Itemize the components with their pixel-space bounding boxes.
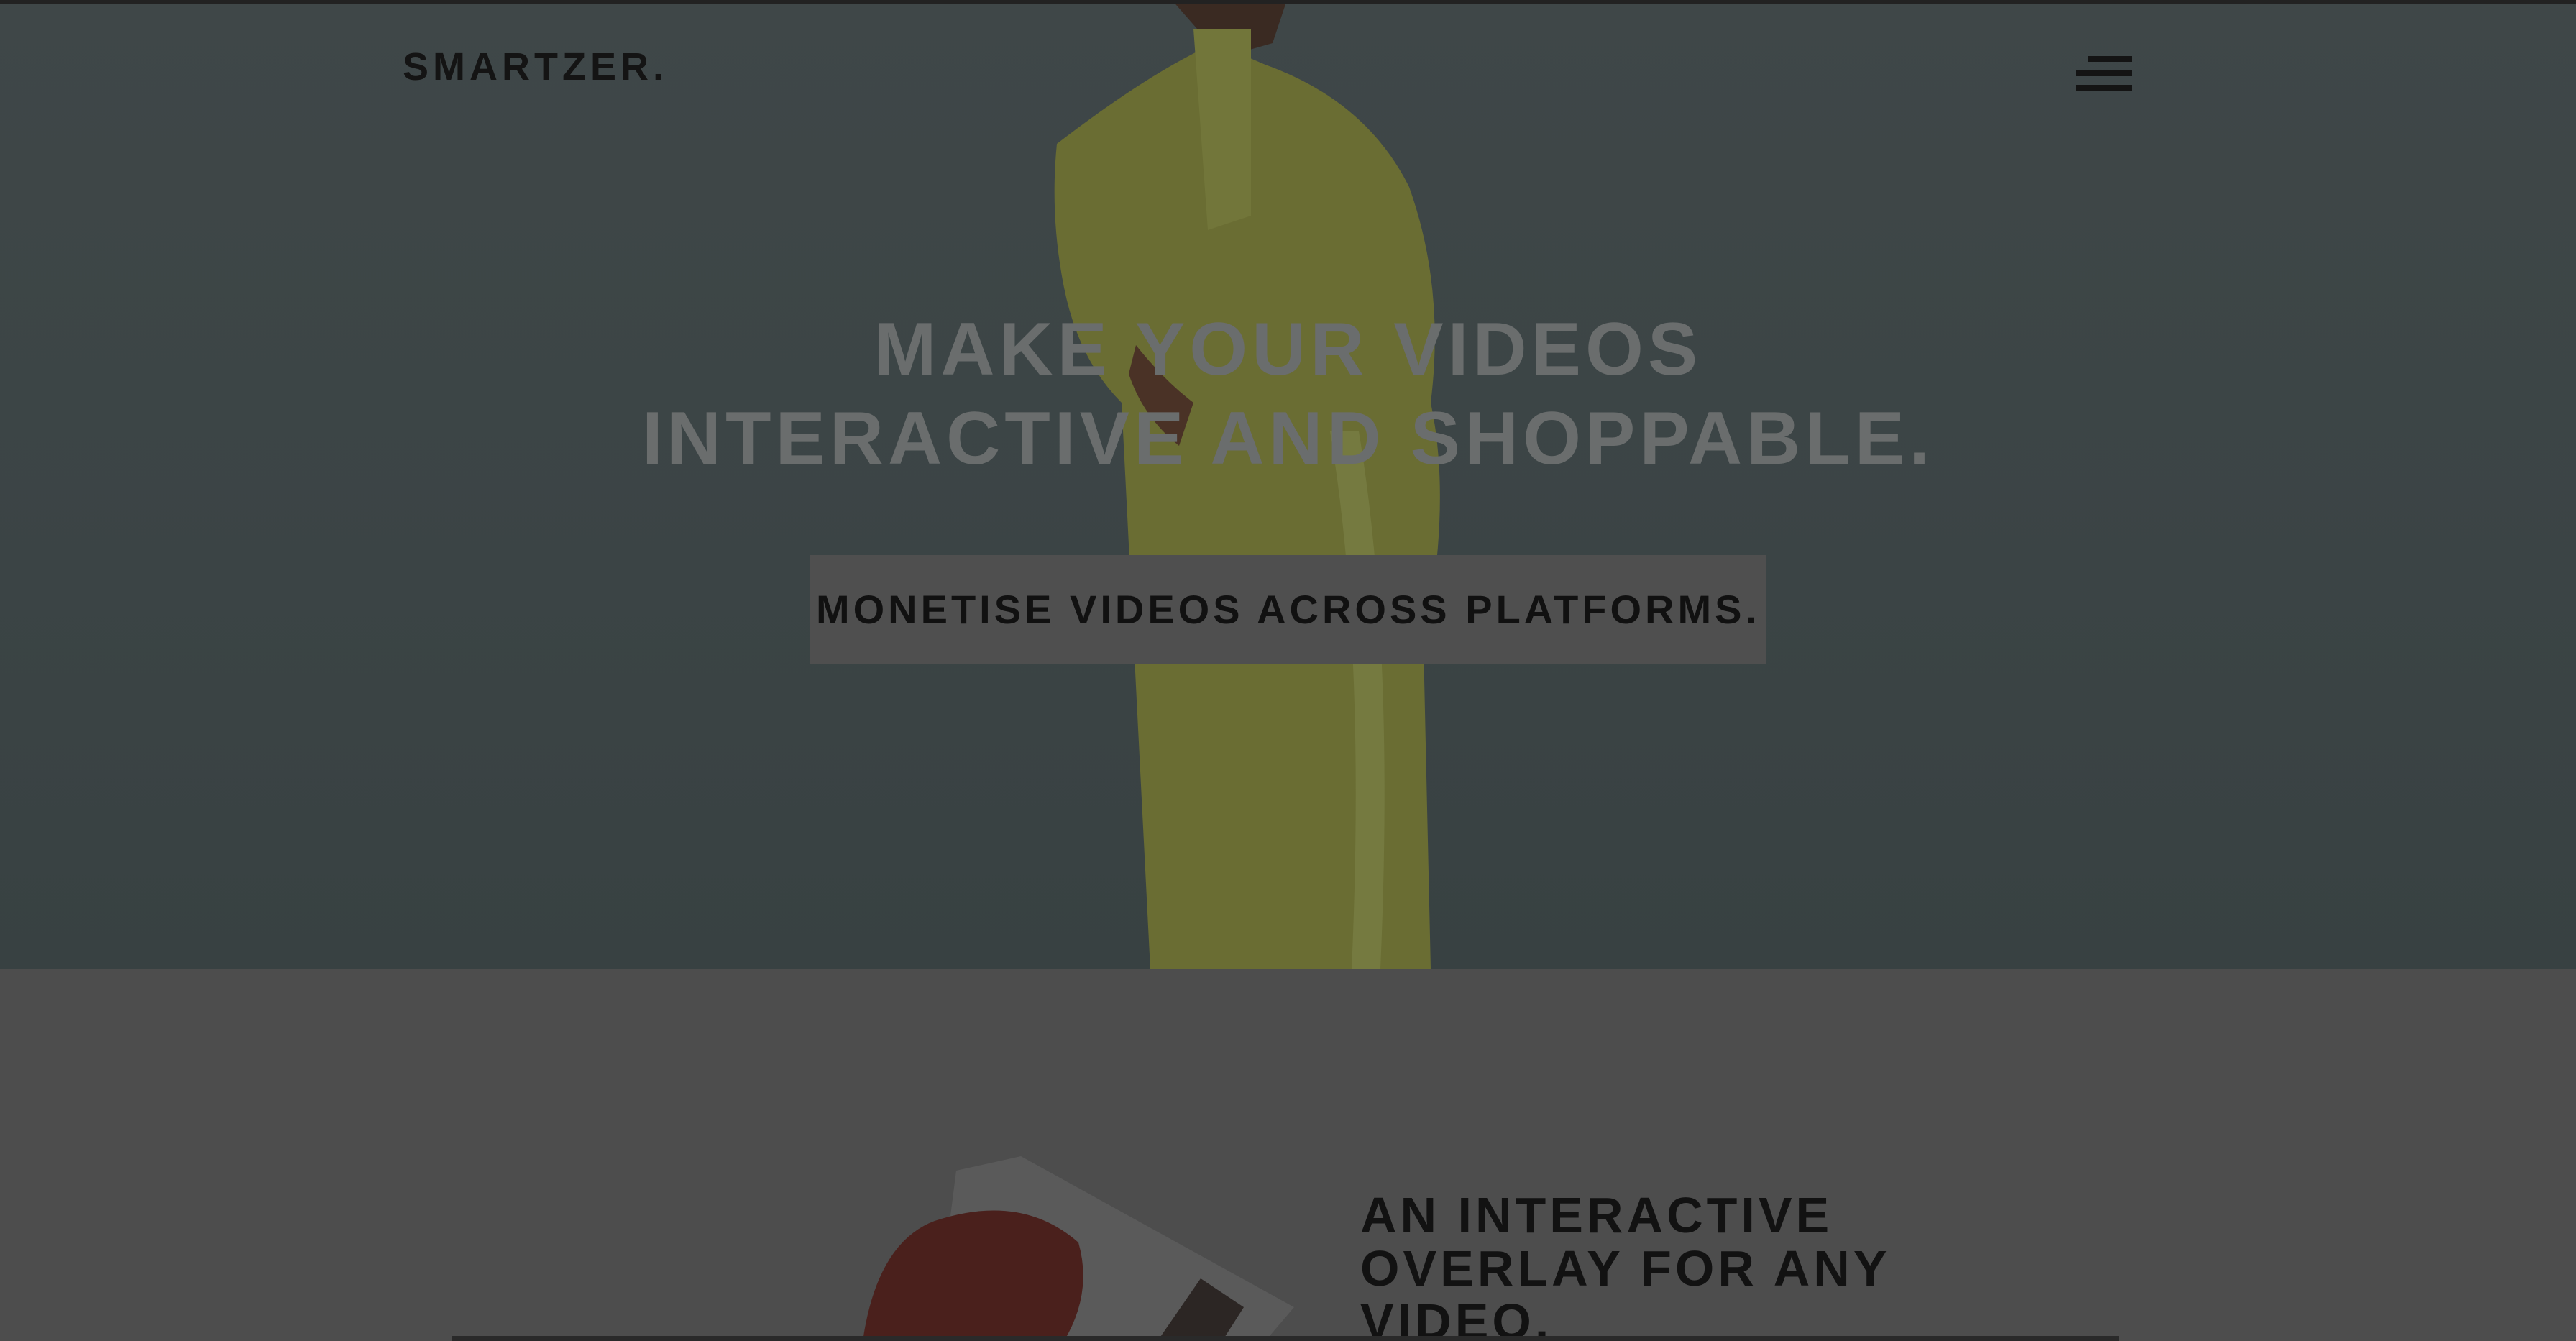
hero-headline-line2: INTERACTIVE AND SHOPPABLE. — [642, 397, 1934, 480]
logo[interactable]: SMARTZER. — [403, 45, 668, 89]
product-image — [863, 1156, 1294, 1341]
feature-heading-line2: OVERLAY FOR ANY — [1360, 1240, 1891, 1296]
top-border — [0, 0, 2576, 4]
hamburger-icon-line — [2076, 85, 2132, 91]
feature-heading-line1: AN INTERACTIVE — [1360, 1187, 1833, 1243]
hamburger-icon-line — [2076, 70, 2132, 76]
divider — [452, 1336, 2119, 1341]
feature-heading: AN INTERACTIVE OVERLAY FOR ANY VIDEO. — [1360, 1189, 1891, 1341]
feature-section: AN INTERACTIVE OVERLAY FOR ANY VIDEO. — [0, 969, 2576, 1341]
feature-heading-line3: VIDEO. — [1360, 1294, 1553, 1341]
hero-headline-line1: MAKE YOUR VIDEOS — [874, 308, 1702, 391]
monetise-cta-button[interactable]: MONETISE VIDEOS ACROSS PLATFORMS. — [810, 555, 1766, 664]
hamburger-menu-button[interactable] — [2076, 56, 2132, 92]
hamburger-icon — [2088, 56, 2132, 62]
hero-model-image — [1054, 0, 1440, 969]
hero-section: SMARTZER. MAKE YOUR VIDEOS INTERACTIVE A… — [0, 0, 2576, 969]
